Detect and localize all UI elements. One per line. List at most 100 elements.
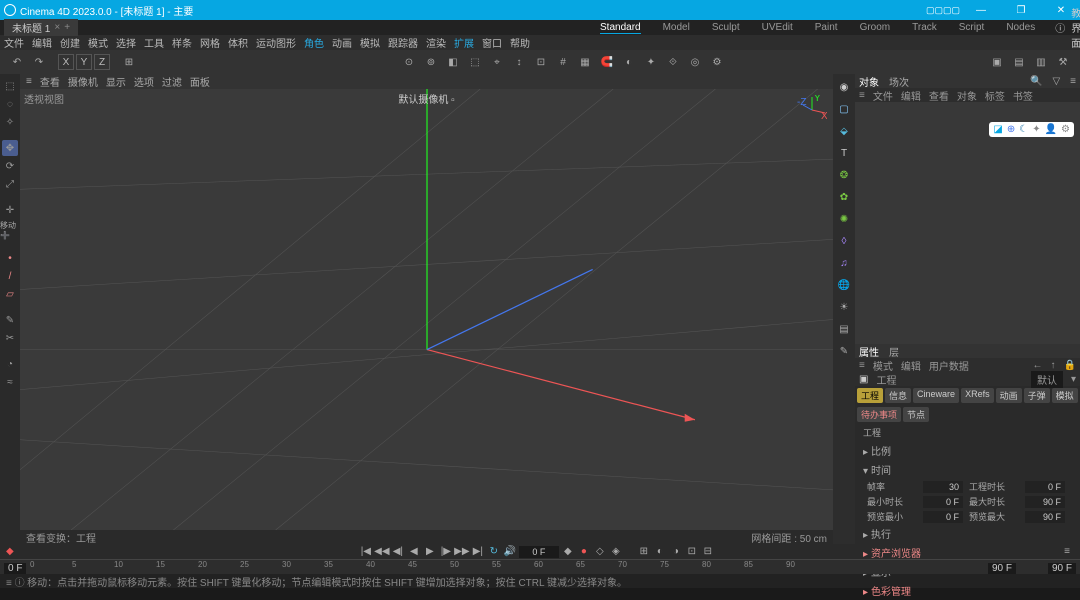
autokey-icon[interactable]: ● bbox=[577, 545, 591, 559]
tab-objects[interactable]: 对象 bbox=[859, 74, 879, 89]
misc-tool-b[interactable]: ≈ bbox=[2, 374, 18, 390]
nav-back-icon[interactable]: ← bbox=[1033, 360, 1043, 371]
menu-item[interactable]: 网格 bbox=[200, 35, 220, 50]
axis-z[interactable]: Z bbox=[94, 54, 110, 70]
range-end-field2[interactable]: 90 F bbox=[1048, 563, 1076, 574]
tool-h-icon[interactable]: ◐ bbox=[620, 53, 638, 71]
tl-settings-icon[interactable]: ≡ bbox=[1060, 545, 1074, 559]
sim-icon[interactable]: ♫ bbox=[835, 254, 853, 272]
attr-tab[interactable]: 动画 bbox=[996, 388, 1022, 403]
filter-icon[interactable]: ▽ bbox=[1052, 76, 1060, 87]
workspace-tab[interactable]: Sculpt bbox=[712, 22, 740, 34]
opt-c-icon[interactable]: ◑ bbox=[669, 545, 683, 559]
misc-tool-a[interactable]: ◔ bbox=[2, 356, 18, 372]
select-tool[interactable]: ⬚ bbox=[2, 78, 18, 94]
rotate-tool[interactable]: ⟳ bbox=[2, 158, 18, 174]
undo-button[interactable]: ↶ bbox=[8, 53, 26, 71]
menu-item[interactable]: 文件 bbox=[4, 35, 24, 50]
key-c-icon[interactable]: ◈ bbox=[609, 545, 623, 559]
tool-k-icon[interactable]: ◎ bbox=[686, 53, 704, 71]
generator-icon[interactable]: ❂ bbox=[835, 166, 853, 184]
axis-x[interactable]: X bbox=[58, 54, 74, 70]
text-icon[interactable]: T bbox=[835, 144, 853, 162]
menu-item[interactable]: 创建 bbox=[60, 35, 80, 50]
object-tree[interactable]: ◪ ⊕ ☾ ✦ 👤 ⚙ bbox=[855, 102, 1080, 344]
tool-b-icon[interactable]: ⊚ bbox=[422, 53, 440, 71]
obj-menu-item[interactable]: 查看 bbox=[929, 88, 949, 103]
filter-d-icon[interactable]: ✦ bbox=[1032, 124, 1040, 135]
obj-menu-icon[interactable]: ≡ bbox=[859, 90, 865, 101]
light-icon[interactable]: ☀ bbox=[835, 298, 853, 316]
maximize-button[interactable]: ❐ bbox=[1006, 5, 1036, 16]
viewbar-item[interactable]: 查看 bbox=[40, 74, 60, 89]
attr-tab[interactable]: XRefs bbox=[961, 388, 994, 403]
attr-menu-item[interactable]: 编辑 bbox=[901, 358, 921, 373]
lasso-tool[interactable]: ✧ bbox=[2, 114, 18, 130]
nav-fwd-icon[interactable]: ↑ bbox=[1051, 360, 1056, 371]
info-icon[interactable]: ⓘ bbox=[1055, 20, 1065, 35]
range-end-field[interactable]: 90 F bbox=[988, 563, 1016, 574]
brush-tool[interactable]: ✎ bbox=[2, 312, 18, 328]
edge-mode[interactable]: / bbox=[2, 268, 18, 284]
menu-item[interactable]: 运动图形 bbox=[256, 35, 296, 50]
attr-tab-nodes[interactable]: 节点 bbox=[903, 407, 929, 422]
range-start-field[interactable]: 0 F bbox=[4, 563, 26, 574]
timeline-ruler[interactable]: 0 F 90 F 90 F 05101520253035404550556065… bbox=[0, 559, 1080, 574]
viewport[interactable]: 透视视图 默认摄像机 ▫ Y X -Z bbox=[20, 89, 833, 530]
options-icon[interactable]: ≡ bbox=[1070, 76, 1076, 87]
obj-menu-item[interactable]: 编辑 bbox=[901, 88, 921, 103]
menu-item[interactable]: 编辑 bbox=[32, 35, 52, 50]
render-settings-icon[interactable]: ⚒ bbox=[1054, 53, 1072, 71]
attr-section-exec[interactable]: ▸执行 bbox=[855, 524, 1080, 543]
tool-e-icon[interactable]: ⌖ bbox=[488, 53, 506, 71]
tab-attributes[interactable]: 属性 bbox=[859, 344, 879, 359]
render-region-icon[interactable]: ▤ bbox=[1010, 53, 1028, 71]
menu-item[interactable]: 模拟 bbox=[360, 35, 380, 50]
attr-tab[interactable]: 模拟 bbox=[1052, 388, 1078, 403]
magnet-icon[interactable]: 🧲 bbox=[598, 53, 616, 71]
attr-menu-item[interactable]: 模式 bbox=[873, 358, 893, 373]
snap-icon[interactable]: # bbox=[554, 53, 572, 71]
tool-i-icon[interactable]: ✦ bbox=[642, 53, 660, 71]
camera-icon[interactable]: ◉ bbox=[835, 78, 853, 96]
tool-f-icon[interactable]: ↕ bbox=[510, 53, 528, 71]
globe-icon[interactable]: 🌐 bbox=[835, 276, 853, 294]
prev-key-button[interactable]: ◀◀ bbox=[375, 545, 389, 559]
attr-section-time[interactable]: ▾时间 bbox=[855, 460, 1080, 479]
tool-j-icon[interactable]: ⟐ bbox=[664, 53, 682, 71]
attr-section-color[interactable]: ▸色彩管理 bbox=[855, 581, 1080, 600]
poly-mode[interactable]: ▱ bbox=[2, 286, 18, 302]
minimize-button[interactable]: — bbox=[966, 5, 996, 16]
menu-item[interactable]: 窗口 bbox=[482, 35, 502, 50]
attr-tab[interactable]: 信息 bbox=[885, 388, 911, 403]
goto-start-button[interactable]: |◀ bbox=[359, 545, 373, 559]
opt-e-icon[interactable]: ⊟ bbox=[701, 545, 715, 559]
document-tab-close[interactable]: × bbox=[54, 22, 60, 33]
obj-menu-item[interactable]: 标签 bbox=[985, 88, 1005, 103]
viewbar-menu-icon[interactable]: ≡ bbox=[26, 76, 32, 87]
menu-item[interactable]: 体积 bbox=[228, 35, 248, 50]
coord-icon[interactable]: ⊞ bbox=[120, 53, 138, 71]
workspace-tab[interactable]: UVEdit bbox=[762, 22, 793, 34]
key-b-icon[interactable]: ◇ bbox=[593, 545, 607, 559]
workspace-tab[interactable]: Track bbox=[912, 22, 937, 34]
filter-gear-icon[interactable]: ⚙ bbox=[1061, 124, 1070, 135]
obj-menu-item[interactable]: 文件 bbox=[873, 88, 893, 103]
cam2-icon[interactable]: ▤ bbox=[835, 320, 853, 338]
render-icon[interactable]: ▣ bbox=[988, 53, 1006, 71]
viewbar-item[interactable]: 过滤 bbox=[162, 74, 182, 89]
workspace-tab[interactable]: Nodes bbox=[1006, 22, 1035, 34]
key-a-icon[interactable]: ◆ bbox=[561, 545, 575, 559]
attr-tab-todo[interactable]: 待办事项 bbox=[857, 407, 901, 422]
goto-end-button[interactable]: ▶| bbox=[471, 545, 485, 559]
viewbar-item[interactable]: 选项 bbox=[134, 74, 154, 89]
obj-menu-item[interactable]: 书签 bbox=[1013, 88, 1033, 103]
menu-item[interactable]: 样条 bbox=[172, 35, 192, 50]
tool-c-icon[interactable]: ◧ bbox=[444, 53, 462, 71]
obj-menu-item[interactable]: 对象 bbox=[957, 88, 977, 103]
record-key-icon[interactable]: ◆ bbox=[6, 546, 14, 557]
move-tool[interactable]: ✥ bbox=[2, 140, 18, 156]
attr-menu-item[interactable]: 用户数据 bbox=[929, 358, 969, 373]
menu-item[interactable]: 渲染 bbox=[426, 35, 446, 50]
workspace-tab[interactable]: Standard bbox=[600, 22, 641, 34]
